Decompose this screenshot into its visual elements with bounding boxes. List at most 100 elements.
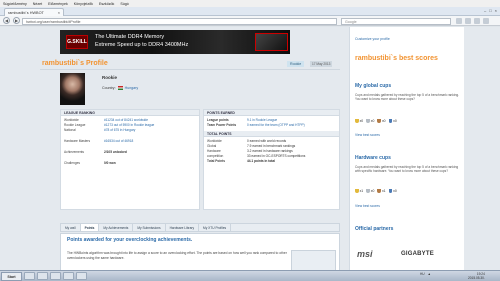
banner-line2: Extreme Speed up to DDR4 3400MHz: [95, 42, 189, 48]
start-button[interactable]: Start: [1, 272, 22, 281]
taskbar-app-icon[interactable]: [63, 272, 74, 280]
menu-item-help[interactable]: Súgó: [120, 2, 128, 6]
menu-item-bookmarks[interactable]: Könyvjelzők: [74, 2, 93, 6]
points-title: Points awarded for your overclocking ach…: [67, 237, 193, 243]
partners-title: Official partners: [355, 226, 394, 232]
blue-cup-icon: [388, 119, 393, 124]
menu-item-view[interactable]: Nézet: [33, 2, 42, 6]
country-link[interactable]: Hungary: [125, 86, 139, 90]
profile-header: rambustibi`s Profile Rookie 17 May 2013: [40, 58, 340, 70]
gold-cup-icon: [355, 189, 359, 194]
tab-points[interactable]: Points: [80, 224, 100, 231]
view-global-scores-link[interactable]: View best scores: [355, 133, 380, 137]
flag-icon: [117, 86, 123, 90]
window-controls: – □ ×: [484, 8, 497, 13]
league-row: National #78 of 675 in Hungary: [64, 127, 136, 132]
gold-cup: x0: [355, 119, 363, 124]
user-name: Rookie: [102, 75, 118, 80]
gold-cup: x1: [355, 189, 363, 194]
global-cups-title: My global cups: [355, 83, 392, 89]
taskbar-apps: [24, 272, 87, 280]
menu-item-tools[interactable]: Eszközök: [99, 2, 114, 6]
toolbar-icons: [456, 18, 489, 24]
view-hardware-scores-link[interactable]: View best scores: [355, 204, 380, 208]
system-tray: HU ▲: [420, 272, 431, 276]
bronze-cup-icon: [377, 119, 381, 124]
menu-item-file[interactable]: Súgóelőzmény: [3, 2, 27, 6]
bookmark-icon[interactable]: [456, 18, 462, 24]
hardware-cups: x1 x0 x1 x0: [355, 189, 397, 194]
country-label: Country:: [102, 86, 116, 90]
gold-cup-icon: [355, 119, 359, 124]
global-cups: x0 x0 x0 x0: [355, 119, 397, 124]
hardware-cups-title: Hardware cups: [355, 155, 391, 161]
close-icon[interactable]: ×: [58, 11, 60, 15]
tab-submissions[interactable]: My Submissions: [133, 224, 166, 231]
url-bar[interactable]: hwbot.org/user/rambustibi/#Profile: [22, 18, 337, 25]
sidebar: Customize your profile rambustibi`s best…: [349, 27, 464, 270]
browser-tab[interactable]: rambustibi`s HWBOT ×: [4, 8, 64, 16]
silver-cup-icon: [366, 189, 370, 194]
taskbar: Start HU ▲ 19:24 2015.05.30.: [0, 270, 500, 281]
tab-title: rambustibi`s HWBOT: [8, 10, 44, 15]
network-icon[interactable]: ▲: [428, 272, 431, 276]
minimize-button[interactable]: –: [484, 8, 486, 13]
hardware-cups-text: Cups and medals gathered by reaching the…: [355, 165, 459, 174]
home-icon[interactable]: [474, 18, 480, 24]
league-badge: Rookie: [287, 61, 305, 67]
memory-image: [255, 33, 288, 51]
gigabyte-logo[interactable]: GIGABYTE: [401, 251, 434, 257]
league-row: Challenges 0/0 won: [64, 160, 116, 165]
taskbar-app-icon[interactable]: [50, 272, 61, 280]
bronze-cup-icon: [377, 189, 381, 194]
tab-hardware-library[interactable]: Hardware Library: [166, 224, 200, 231]
avatar: [60, 73, 85, 105]
language-indicator[interactable]: HU: [420, 272, 425, 276]
close-window-button[interactable]: ×: [495, 8, 497, 13]
navigation-bar: ◀ ▶ hwbot.org/user/rambustibi/#Profile G…: [0, 16, 500, 26]
search-input[interactable]: Google: [341, 18, 451, 25]
banner-line1: The Ultimate DDR4 Memory: [95, 34, 165, 40]
bronze-cup: x1: [377, 189, 386, 194]
total-row: Total Points 44.1 points in total: [207, 158, 275, 163]
profile-tabs: My wall Points My Achievements My Submis…: [60, 223, 340, 232]
silver-cup: x0: [366, 189, 374, 194]
tab-my-wall[interactable]: My wall: [61, 224, 81, 231]
silver-cup-icon: [366, 119, 370, 124]
menu-item-history[interactable]: Előzmények: [48, 2, 68, 6]
tab-achievements[interactable]: My Achievements: [99, 224, 134, 231]
partners-logos: msi GIGABYTE: [355, 239, 460, 264]
league-ranking-card: LEAGUE RANKING Worldwide #11234 out of 84…: [60, 109, 200, 210]
points-panel: Points awarded for your overclocking ach…: [60, 233, 340, 270]
clock[interactable]: 19:24 2015.05.30.: [468, 272, 485, 280]
forward-icon[interactable]: ▶: [13, 17, 20, 24]
points-illustration: [291, 250, 336, 270]
silver-cup: x0: [366, 119, 374, 124]
league-row: Hardware Masters #16534 out of 46918: [64, 138, 134, 143]
blue-cup: x0: [388, 189, 397, 194]
maximize-button[interactable]: □: [489, 8, 491, 13]
league-row: Achievements 2/105 unlocked: [64, 149, 127, 154]
points-earned-card: POINTS EARNED League points 9.1 in Rookie…: [203, 109, 340, 210]
customize-profile-link[interactable]: Customize your profile: [355, 37, 390, 41]
taskbar-app-icon[interactable]: [24, 272, 35, 280]
profile-main: rambustibi`s Profile Rookie 17 May 2013 …: [40, 58, 340, 270]
points-row: Team Power Points 0 earned for the team (…: [207, 122, 305, 127]
page-title: rambustibi`s Profile: [42, 60, 108, 67]
points-description: The HWBoints algorithm was brought into …: [67, 251, 287, 260]
menu-icon[interactable]: [483, 18, 489, 24]
join-date: 17 May 2013: [310, 61, 333, 67]
tab-bar: rambustibi`s HWBOT × – □ ×: [0, 7, 500, 16]
blue-cup: x0: [388, 119, 397, 124]
bronze-cup: x0: [377, 119, 386, 124]
tab-xtu-profiles[interactable]: My XTU Profiles: [199, 224, 232, 231]
global-cups-text: Cups and medals gathered by reaching the…: [355, 93, 460, 102]
download-icon[interactable]: [465, 18, 471, 24]
ad-banner[interactable]: G.SKILL The Ultimate DDR4 Memory Extreme…: [60, 30, 290, 54]
back-icon[interactable]: ◀: [3, 17, 10, 24]
blue-cup-icon: [388, 189, 393, 194]
clock-date: 2015.05.30.: [468, 276, 485, 280]
taskbar-app-icon[interactable]: [76, 272, 87, 280]
taskbar-app-icon[interactable]: [37, 272, 48, 280]
msi-logo[interactable]: msi: [357, 249, 373, 259]
